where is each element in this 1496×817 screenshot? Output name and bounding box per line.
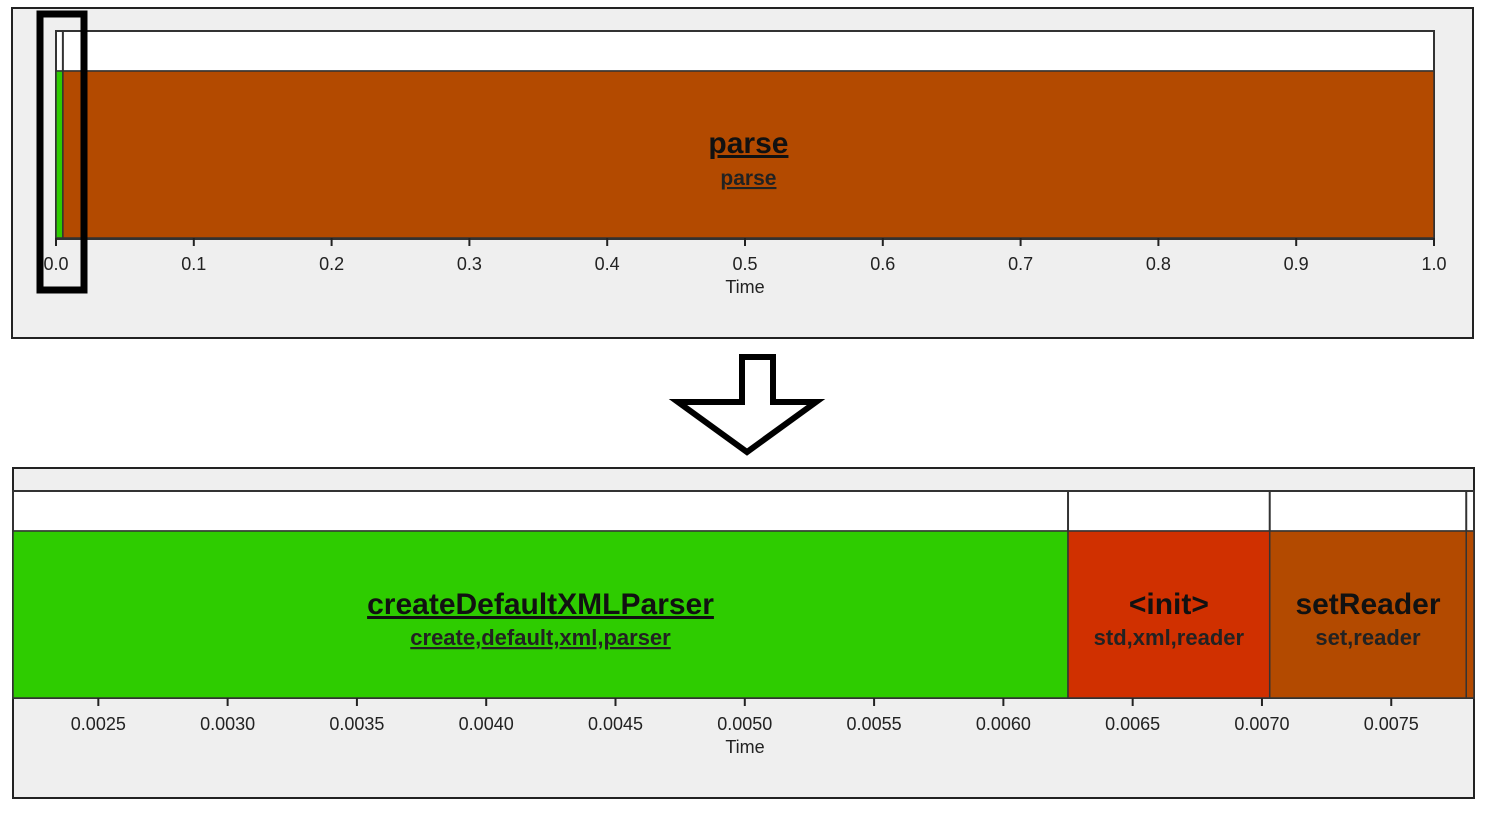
tick-label: 0.8 — [1146, 254, 1171, 274]
bar-name-label: <init> — [1129, 588, 1209, 621]
bar-name-label: createDefaultXMLParser — [367, 588, 714, 621]
tick-label: 0.0065 — [1105, 714, 1160, 734]
tick-label: 0.0045 — [588, 714, 643, 734]
tick-label: 0.6 — [870, 254, 895, 274]
tick-label: 0.0070 — [1234, 714, 1289, 734]
down-arrow-icon — [668, 354, 826, 456]
figure: parse parse 0.0 0.1 0.2 0.3 0.4 0.5 0.6 0.7 0.8 0.… — [11, 7, 1475, 799]
tick-label: 0.1 — [181, 254, 206, 274]
bar-name-label: setReader — [1295, 588, 1440, 621]
top-axis-title: Time — [725, 277, 764, 297]
bar-tags-label: std,xml,reader — [1094, 625, 1245, 650]
tick-label: 0.7 — [1008, 254, 1033, 274]
bar-tags-label: parse — [720, 167, 776, 190]
tick-label: 0.0075 — [1364, 714, 1419, 734]
tick-label: 0.0030 — [200, 714, 255, 734]
tick-label: 0.2 — [319, 254, 344, 274]
tick-label: 0.0040 — [459, 714, 514, 734]
tick-label: 0.3 — [457, 254, 482, 274]
bottom-axis-title: Time — [725, 737, 764, 757]
tick-label: 0.5 — [732, 254, 757, 274]
bar-unnamed-0[interactable] — [55, 70, 64, 239]
tick-label: 0.0 — [43, 254, 68, 274]
tick-label: 0.0050 — [717, 714, 772, 734]
tick-label: 0.4 — [595, 254, 620, 274]
tick-label: 0.0025 — [71, 714, 126, 734]
bar-unnamed-3[interactable] — [1465, 530, 1475, 699]
bar-tags-label: set,reader — [1315, 625, 1421, 650]
tick-label: 0.0060 — [976, 714, 1031, 734]
bar-tags-label: create,default,xml,parser — [410, 625, 671, 650]
tick-label: 0.0055 — [847, 714, 902, 734]
tick-label: 0.9 — [1284, 254, 1309, 274]
tick-label: 1.0 — [1421, 254, 1446, 274]
tick-label: 0.0035 — [329, 714, 384, 734]
bar-name-label: parse — [708, 127, 788, 160]
